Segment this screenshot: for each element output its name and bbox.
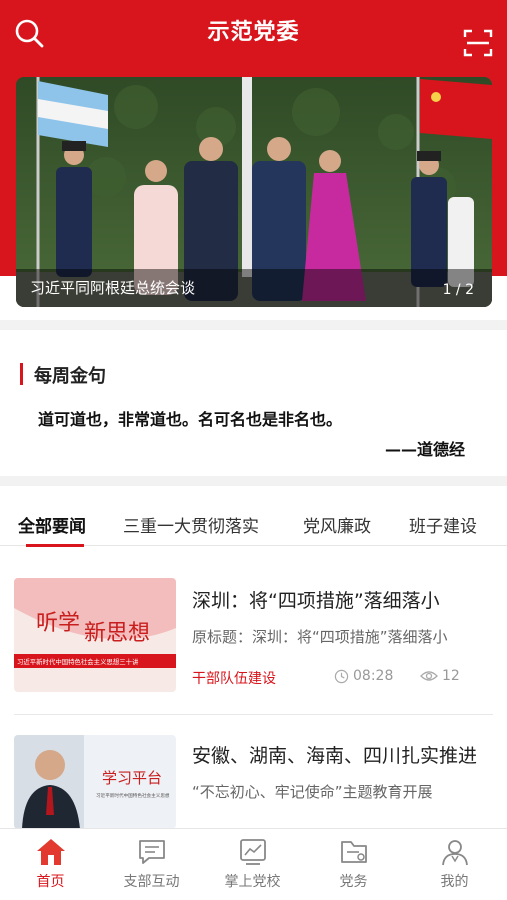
- scan-button[interactable]: [461, 26, 495, 60]
- news-views: 12: [420, 668, 460, 684]
- section-divider: [0, 320, 507, 330]
- news-thumbnail: 听学 新思想 习近平新时代中国特色社会主义思想三十讲: [14, 578, 176, 692]
- nav-branch-chat-label: 支部互动: [123, 874, 180, 890]
- news-title: 安徽、湖南、海南、四川扎实推进: [192, 745, 478, 767]
- nav-profile-label: 我的: [440, 874, 469, 890]
- category-tabs: 全部要闻 三重一大贯彻落实 党风廉政 班子建设: [0, 500, 507, 546]
- nav-party-school-label: 掌上党校: [224, 874, 281, 890]
- banner-pager: 1 / 2: [442, 282, 474, 298]
- news-title: 深圳：将“四项措施”落细落小: [192, 590, 440, 612]
- banner-caption: 习近平同阿根廷总统会谈: [30, 279, 196, 297]
- eye-icon: [420, 671, 438, 681]
- chat-icon: [135, 837, 169, 867]
- news-banner[interactable]: 习近平同阿根廷总统会谈 1 / 2: [16, 77, 492, 307]
- quote-section-title: 每周金句: [34, 366, 106, 387]
- nav-profile[interactable]: 我的: [404, 829, 505, 900]
- active-tab-indicator: [26, 544, 84, 547]
- thumb-line2: 新思想: [84, 621, 150, 646]
- page-title: 示范党委: [207, 20, 300, 45]
- thumb-caption: 习近平新时代中国特色社会主义思想: [96, 792, 170, 799]
- tab-team-building[interactable]: 班子建设: [409, 512, 477, 537]
- list-item[interactable]: 学习平台 习近平新时代中国特色社会主义思想 安徽、湖南、海南、四川扎实推进 “不…: [0, 735, 507, 835]
- school-icon: [236, 837, 270, 867]
- folder-icon: [337, 837, 371, 867]
- nav-branch-chat[interactable]: 支部互动: [101, 829, 202, 900]
- home-icon: [34, 837, 68, 867]
- section-divider: [0, 476, 507, 486]
- clock-icon: [334, 669, 349, 683]
- nav-home-label: 首页: [36, 874, 65, 890]
- list-item[interactable]: 听学 新思想 习近平新时代中国特色社会主义思想三十讲 深圳：将“四项措施”落细落…: [0, 578, 507, 698]
- quote-text: 道可道也，非常道也。名可名也是非名也。: [38, 410, 343, 429]
- thumb-line1: 学习平台: [102, 769, 162, 787]
- user-icon: [438, 837, 472, 867]
- nav-party-school[interactable]: 掌上党校: [202, 829, 303, 900]
- list-divider: [14, 714, 493, 715]
- nav-party-affairs-label: 党务: [339, 874, 368, 890]
- quote-source: ——道德经: [384, 440, 465, 459]
- nav-home[interactable]: 首页: [0, 829, 101, 900]
- bottom-navigation: 首页 支部互动 掌上党校 党务 我的: [0, 828, 507, 900]
- tab-major-decisions[interactable]: 三重一大贯彻落实: [123, 512, 259, 537]
- news-thumbnail: 学习平台 习近平新时代中国特色社会主义思想: [14, 735, 176, 829]
- scan-icon: [463, 29, 493, 57]
- news-time-text: 08:28: [353, 668, 394, 684]
- news-time: 08:28: [334, 668, 393, 684]
- nav-party-affairs[interactable]: 党务: [303, 829, 404, 900]
- section-accent-bar: [20, 363, 23, 385]
- thumb-caption: 习近平新时代中国特色社会主义思想三十讲: [17, 657, 139, 666]
- tab-all-news[interactable]: 全部要闻: [18, 512, 86, 537]
- news-subtitle: “不忘初心、牢记使命”主题教育开展: [192, 783, 433, 801]
- tab-integrity[interactable]: 党风廉政: [303, 512, 371, 537]
- news-views-text: 12: [442, 668, 460, 684]
- thumb-line1: 听学: [36, 611, 80, 636]
- news-subtitle: 原标题：深圳：将“四项措施”落细落小: [192, 628, 448, 646]
- news-category-tag[interactable]: 干部队伍建设: [192, 668, 276, 688]
